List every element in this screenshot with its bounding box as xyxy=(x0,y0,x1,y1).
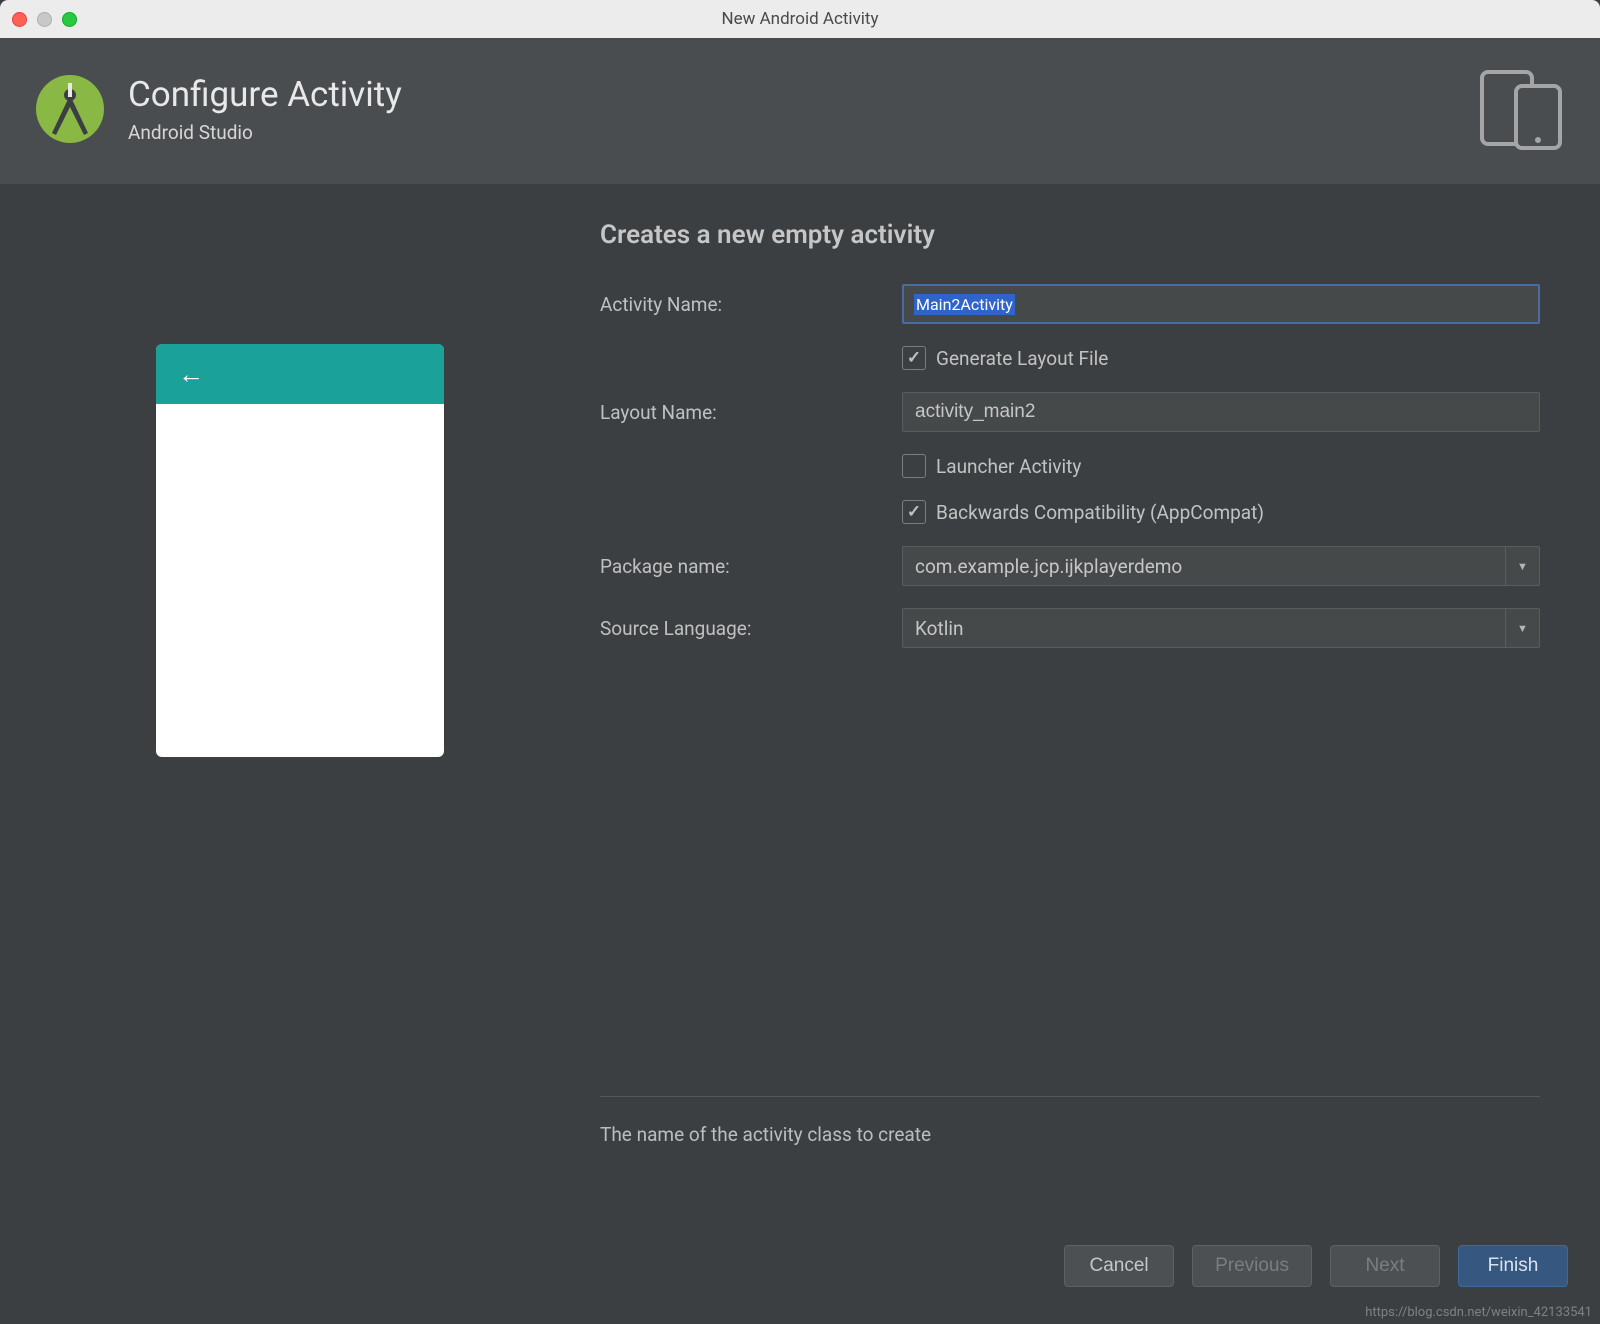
launcher-activity-checkbox[interactable] xyxy=(902,454,926,478)
header-title: Configure Activity xyxy=(128,74,402,115)
form-rows: Activity Name: Main2Activity Generate La… xyxy=(600,284,1540,648)
window-title: New Android Activity xyxy=(0,9,1600,29)
source-language-label: Source Language: xyxy=(600,617,890,640)
row-generate-layout: Generate Layout File xyxy=(600,346,1540,370)
activity-preview: ← xyxy=(156,344,444,757)
generate-layout-checkbox[interactable] xyxy=(902,346,926,370)
back-arrow-icon: ← xyxy=(178,359,204,390)
source-language-select[interactable]: Kotlin xyxy=(902,608,1540,648)
chevron-down-icon[interactable] xyxy=(1505,609,1539,647)
package-name-select[interactable]: com.example.jcp.ijkplayerdemo xyxy=(902,546,1540,586)
package-name-value: com.example.jcp.ijkplayerdemo xyxy=(915,555,1182,578)
chevron-down-icon[interactable] xyxy=(1505,547,1539,585)
header-subtitle: Android Studio xyxy=(128,121,402,144)
activity-name-label: Activity Name: xyxy=(600,293,890,316)
row-source-lang: Source Language: Kotlin xyxy=(600,608,1540,648)
help-area: The name of the activity class to create xyxy=(600,1096,1540,1146)
row-launcher: Launcher Activity xyxy=(600,454,1540,478)
row-layout-name: Layout Name: xyxy=(600,392,1540,432)
titlebar: New Android Activity xyxy=(0,0,1600,38)
dialog-header: Configure Activity Android Studio xyxy=(0,38,1600,184)
header-text: Configure Activity Android Studio xyxy=(128,74,402,144)
activity-name-input[interactable]: Main2Activity xyxy=(902,284,1540,324)
layout-name-label: Layout Name: xyxy=(600,401,890,424)
form-heading: Creates a new empty activity xyxy=(600,220,1540,250)
row-activity-name: Activity Name: Main2Activity xyxy=(600,284,1540,324)
layout-name-input[interactable] xyxy=(902,392,1540,432)
form-column: Creates a new empty activity Activity Na… xyxy=(600,184,1600,1236)
source-language-value: Kotlin xyxy=(915,617,963,640)
generate-layout-label: Generate Layout File xyxy=(936,347,1108,370)
dialog-content: ← Creates a new empty activity Activity … xyxy=(0,184,1600,1236)
row-backwards: Backwards Compatibility (AppCompat) xyxy=(600,500,1540,524)
next-button: Next xyxy=(1330,1245,1440,1287)
android-studio-logo-icon xyxy=(34,73,106,145)
devices-icon xyxy=(1476,64,1566,154)
previous-button: Previous xyxy=(1192,1245,1312,1287)
dialog-window: New Android Activity Configure Activity … xyxy=(0,0,1600,1324)
launcher-activity-label: Launcher Activity xyxy=(936,455,1081,478)
watermark: https://blog.csdn.net/weixin_42133541 xyxy=(1365,1305,1592,1320)
finish-button[interactable]: Finish xyxy=(1458,1245,1568,1287)
backwards-compat-label: Backwards Compatibility (AppCompat) xyxy=(936,501,1264,524)
package-name-label: Package name: xyxy=(600,555,890,578)
row-package: Package name: com.example.jcp.ijkplayerd… xyxy=(600,546,1540,586)
help-text: The name of the activity class to create xyxy=(600,1123,1540,1146)
activity-name-value: Main2Activity xyxy=(914,294,1015,315)
preview-appbar: ← xyxy=(156,344,444,404)
cancel-button[interactable]: Cancel xyxy=(1064,1245,1174,1287)
backwards-compat-checkbox[interactable] xyxy=(902,500,926,524)
preview-column: ← xyxy=(0,184,600,1236)
dialog-footer: Cancel Previous Next Finish xyxy=(0,1236,1600,1324)
